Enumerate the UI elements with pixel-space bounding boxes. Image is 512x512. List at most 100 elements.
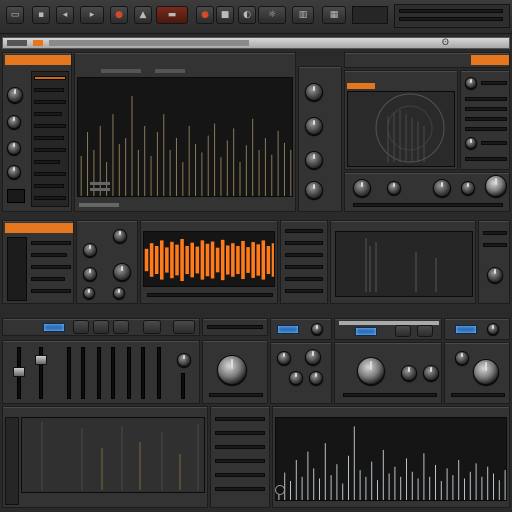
mixer-lcd-4: [455, 325, 477, 334]
send-knob[interactable]: [7, 165, 21, 179]
fx-c-knob-1[interactable]: [455, 351, 469, 365]
envelope-knob-row: [344, 172, 510, 212]
automation-graph: [41, 422, 199, 490]
mix-knob[interactable]: [305, 181, 323, 199]
mixer-lcd-1: [43, 323, 65, 332]
right-header-tab[interactable]: [471, 55, 509, 65]
fx-c-main-knob[interactable]: [473, 359, 499, 385]
mixer-aux-knob[interactable]: [487, 323, 499, 335]
mixer-toolbar-b: [334, 318, 442, 340]
grid-icon[interactable]: ▦: [322, 6, 346, 24]
fx-a-panel: [270, 342, 332, 404]
preset-knob-2[interactable]: [465, 137, 477, 149]
volume-knob[interactable]: [485, 175, 507, 197]
file-icon[interactable]: ▭: [6, 6, 24, 24]
modulation-panel: [280, 220, 328, 304]
metronome-icon[interactable]: ▲: [134, 6, 152, 24]
mixer-icon[interactable]: ▥: [292, 6, 314, 24]
fx-b-main-knob[interactable]: [357, 357, 385, 385]
lfo-display[interactable]: [335, 231, 473, 297]
sequencer-steps[interactable]: [7, 237, 27, 301]
channel-header[interactable]: [5, 55, 71, 65]
decay-knob[interactable]: [387, 181, 401, 195]
audio-waveform-display[interactable]: [275, 417, 507, 501]
mixer-toolbar-c: [444, 318, 510, 340]
undo-icon[interactable]: ◂: [56, 6, 74, 24]
mixer-btn-7[interactable]: [417, 325, 433, 337]
stop-icon[interactable]: ■: [216, 6, 234, 24]
master-volume-knob[interactable]: [217, 355, 247, 385]
resonance-knob[interactable]: [305, 117, 323, 135]
channel-list[interactable]: [31, 71, 69, 207]
view-icon[interactable]: ☼: [258, 6, 286, 24]
mixer-btn-1[interactable]: [73, 320, 89, 334]
automation-lanes[interactable]: [5, 417, 19, 505]
sustain-knob[interactable]: [433, 179, 451, 197]
osc-level-knob[interactable]: [113, 263, 131, 281]
attack-knob[interactable]: [353, 179, 371, 197]
scope-display[interactable]: [347, 91, 455, 167]
loop-icon[interactable]: ▬: [156, 6, 188, 24]
mixer-trim-knob[interactable]: [311, 323, 323, 335]
release-knob[interactable]: [461, 181, 475, 195]
pan-knob[interactable]: [7, 141, 21, 155]
mixer-btn-4[interactable]: [143, 320, 161, 334]
cutoff-knob[interactable]: [305, 83, 323, 101]
save-icon[interactable]: ▪: [32, 6, 50, 24]
orange-waveform-display[interactable]: [143, 231, 275, 287]
mixer-lcd-3: [355, 327, 377, 336]
playhead-icon[interactable]: ʘ: [442, 38, 449, 48]
fx-b-knob-2[interactable]: [401, 365, 417, 381]
automation-display[interactable]: [21, 417, 205, 493]
tempo-display[interactable]: [352, 6, 388, 24]
spectrum-display[interactable]: [77, 77, 293, 197]
mixer-btn-6[interactable]: [395, 325, 411, 337]
redo-icon[interactable]: ▸: [80, 6, 104, 24]
play-icon[interactable]: ●: [196, 6, 214, 24]
preset-list-panel: [460, 70, 510, 170]
osc-phase-knob[interactable]: [113, 287, 125, 299]
fx-a-knob-4[interactable]: [309, 371, 323, 385]
playhead-marker-icon[interactable]: [275, 485, 285, 495]
mixer-btn-2[interactable]: [93, 320, 109, 334]
mixer-toolbar-mid: [202, 318, 268, 336]
fx-c-panel: [444, 342, 510, 404]
scope-tab[interactable]: [347, 83, 375, 89]
spectrum-graph: [80, 96, 292, 196]
sequencer-header[interactable]: [5, 223, 73, 233]
osc-pitch-knob[interactable]: [83, 243, 97, 257]
osc-fine-knob[interactable]: [83, 287, 95, 299]
scope-panel: [344, 70, 458, 170]
fx-a-knob-2[interactable]: [305, 349, 321, 365]
fader-2[interactable]: [35, 355, 47, 365]
lfo-graph: [365, 238, 437, 292]
channel-meter: [7, 189, 25, 203]
mixer-btn-3[interactable]: [113, 320, 129, 334]
top-toolbar: ▭ ▪ ◂ ▸ ● ▲ ▬ ● ■ ◐ ☼ ▥ ▦: [0, 0, 512, 34]
settings-icon[interactable]: ◐: [238, 6, 256, 24]
record-icon[interactable]: ●: [110, 6, 128, 24]
channel-strip-panel: [2, 52, 72, 212]
mixer-btn-5[interactable]: [173, 320, 195, 334]
fx-a-knob-1[interactable]: [277, 351, 291, 365]
fx-a-knob-3[interactable]: [289, 371, 303, 385]
osc-detune-knob[interactable]: [113, 229, 127, 243]
oscillator-panel: [76, 220, 138, 304]
bank-pan-knob[interactable]: [177, 353, 191, 367]
gain-knob[interactable]: [7, 87, 23, 103]
eq-knob[interactable]: [7, 115, 21, 129]
lfo-panel: [330, 220, 476, 304]
master-knob-panel: [202, 340, 268, 404]
fx-b-knob-3[interactable]: [423, 365, 439, 381]
osc-shape-knob[interactable]: [83, 267, 97, 281]
timeline-bar[interactable]: ʘ: [2, 37, 510, 49]
fader-1[interactable]: [13, 367, 25, 377]
right-header: [344, 52, 510, 68]
preset-knob[interactable]: [465, 77, 477, 89]
fader-bank: [2, 340, 200, 404]
scope-graph: [375, 93, 445, 163]
output-knob[interactable]: [487, 267, 503, 283]
automation-panel: [2, 406, 208, 508]
drive-knob[interactable]: [305, 151, 323, 169]
track-info-panel: [210, 406, 270, 508]
